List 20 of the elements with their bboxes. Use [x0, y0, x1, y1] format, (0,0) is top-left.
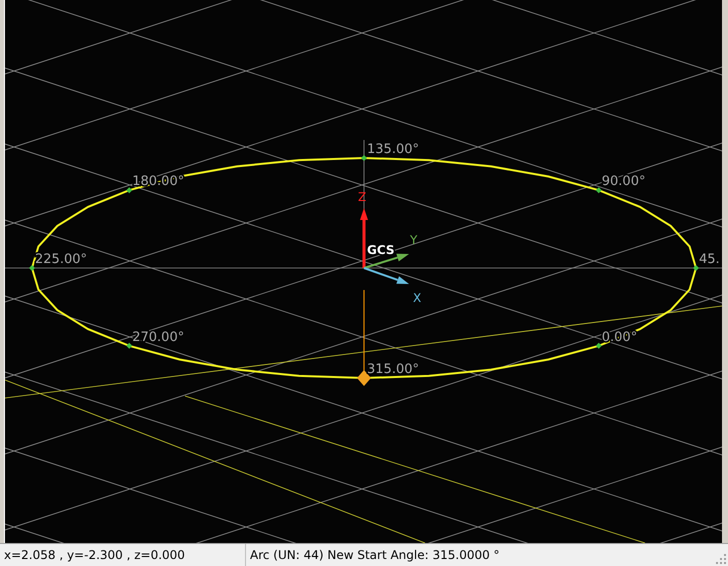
angle-label: 45. — [699, 252, 720, 267]
angle-label: 315.00° — [367, 362, 419, 377]
coordinates-text: x=2.058 , y=-2.300 , z=0.000 — [0, 544, 246, 566]
axis-label: Y — [410, 233, 418, 247]
angle-label: 135.00° — [367, 142, 419, 157]
origin-label: GCS — [367, 243, 395, 257]
resize-grip-icon[interactable] — [715, 553, 727, 565]
angle-marker[interactable] — [693, 265, 699, 271]
axis-label: X — [413, 291, 422, 305]
angle-marker[interactable] — [596, 187, 602, 194]
status-message: Arc (UN: 44) New Start Angle: 315.0000 ° — [249, 547, 501, 564]
angle-label: 270.00° — [132, 330, 184, 345]
angle-marker[interactable] — [126, 342, 132, 349]
angle-marker[interactable] — [596, 342, 602, 349]
angle-label: 225.00° — [35, 252, 87, 267]
angle-marker[interactable] — [126, 187, 132, 194]
angle-marker[interactable] — [361, 155, 367, 161]
angle-label: 90.00° — [602, 174, 646, 190]
angle-marker[interactable] — [29, 265, 35, 271]
axis-label: Z — [358, 190, 366, 204]
